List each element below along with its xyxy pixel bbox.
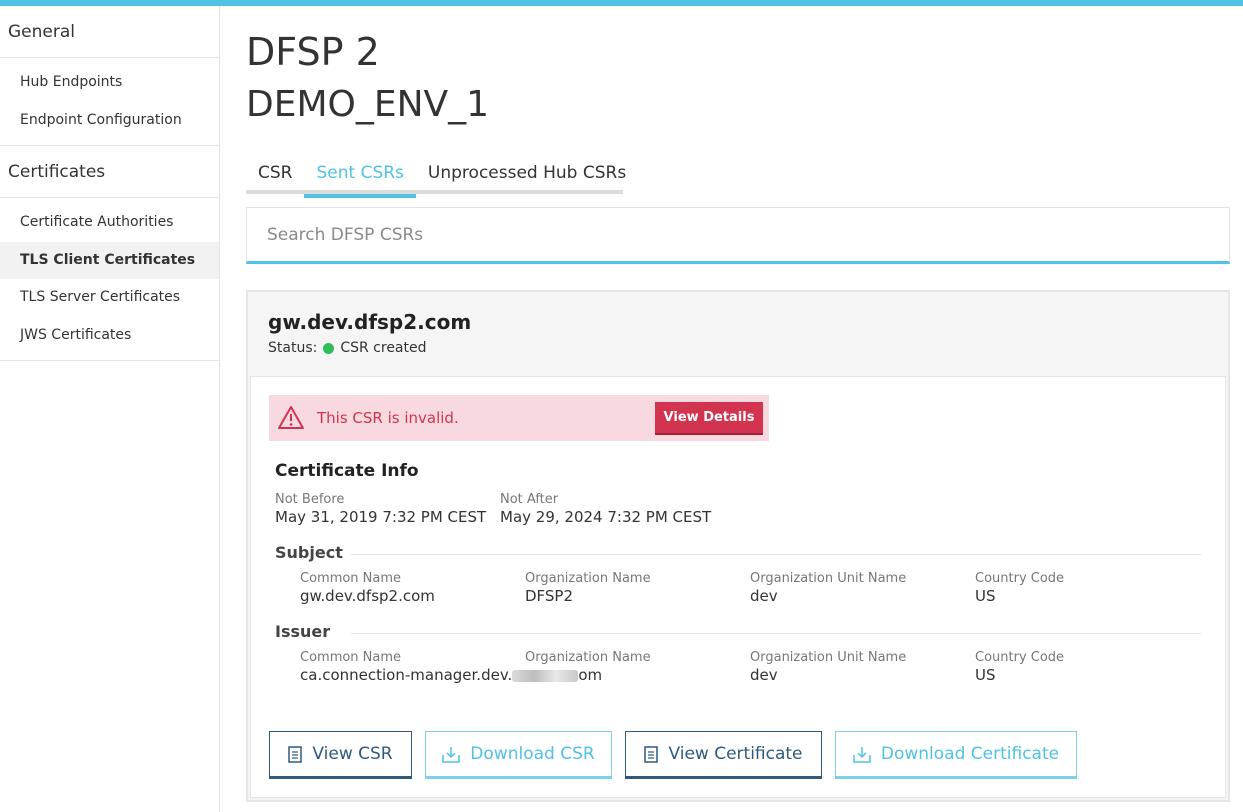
card-header: gw.dev.dfsp2.com Status: CSR created	[248, 292, 1228, 376]
subject-common-name-label: Common Name	[300, 571, 402, 586]
not-after-field: Not After May 29, 2024 7:32 PM CEST	[500, 492, 711, 526]
issuer-country-code-field: Country Code US	[975, 650, 1064, 684]
tab-sent-csrs[interactable]: Sent CSRs	[304, 158, 417, 198]
subject-organization-unit-label: Organization Unit Name	[750, 571, 907, 586]
sidebar-section-certificates: Certificates	[0, 146, 219, 198]
issuer-country-code-value: US	[975, 666, 996, 684]
not-before-field: Not Before May 31, 2019 7:32 PM CEST	[275, 492, 486, 526]
tab-unprocessed-hub-csrs[interactable]: Unprocessed Hub CSRs	[416, 158, 638, 194]
csr-card: gw.dev.dfsp2.com Status: CSR created Thi…	[246, 290, 1230, 802]
view-certificate-button[interactable]: View Certificate	[625, 731, 822, 779]
issuer-common-name-suffix: om	[578, 666, 603, 684]
view-certificate-label: View Certificate	[668, 744, 803, 764]
issuer-common-name-value: ca.connection-manager.dev. om	[300, 666, 602, 684]
subject-organization-unit-field: Organization Unit Name dev	[750, 571, 906, 605]
document-icon	[644, 745, 659, 763]
subject-country-code-label: Country Code	[975, 571, 1065, 586]
status-label: Status:	[268, 340, 318, 356]
redacted-text	[512, 669, 579, 682]
subject-country-code-value: US	[975, 587, 996, 605]
environment-title: DEMO_ENV_1	[246, 84, 490, 125]
download-csr-button[interactable]: Download CSR	[425, 731, 612, 779]
alert-message: This CSR is invalid.	[317, 409, 459, 427]
tab-csr[interactable]: CSR	[246, 158, 304, 194]
not-before-label: Not Before	[275, 492, 345, 507]
subject-divider	[351, 554, 1201, 555]
subject-organization-name-field: Organization Name DFSP2	[525, 571, 651, 605]
sidebar-item-tls-server-certificates[interactable]: TLS Server Certificates	[0, 279, 219, 317]
page-title: DFSP 2	[246, 30, 380, 74]
sidebar-item-hub-endpoints[interactable]: Hub Endpoints	[0, 64, 219, 102]
issuer-organization-unit-value: dev	[750, 666, 778, 684]
subject-common-name-field: Common Name gw.dev.dfsp2.com	[300, 571, 435, 605]
not-before-value: May 31, 2019 7:32 PM CEST	[275, 508, 487, 526]
subject-title: Subject	[275, 543, 343, 562]
sidebar-item-certificate-authorities[interactable]: Certificate Authorities	[0, 204, 219, 242]
sidebar: General Hub Endpoints Endpoint Configura…	[0, 6, 220, 812]
download-certificate-button[interactable]: Download Certificate	[835, 731, 1077, 779]
download-certificate-label: Download Certificate	[880, 744, 1060, 764]
status-row: Status: CSR created	[268, 340, 1228, 356]
issuer-organization-unit-label: Organization Unit Name	[750, 650, 907, 665]
download-csr-label: Download CSR	[470, 744, 595, 764]
download-icon	[853, 746, 871, 763]
subject-organization-name-label: Organization Name	[525, 571, 651, 586]
issuer-organization-name-label: Organization Name	[525, 650, 651, 665]
sidebar-group-general: Hub Endpoints Endpoint Configuration	[0, 58, 219, 146]
card-title: gw.dev.dfsp2.com	[268, 310, 472, 334]
subject-country-code-field: Country Code US	[975, 571, 1064, 605]
status-value: CSR created	[340, 340, 427, 356]
view-details-button[interactable]: View Details	[655, 401, 763, 435]
issuer-organization-unit-field: Organization Unit Name dev	[750, 650, 906, 684]
not-after-value: May 29, 2024 7:32 PM CEST	[500, 508, 712, 526]
sidebar-group-certificates: Certificate Authorities TLS Client Certi…	[0, 198, 219, 361]
tab-bar: CSR Sent CSRs Unprocessed Hub CSRs	[246, 158, 626, 198]
sidebar-item-tls-client-certificates[interactable]: TLS Client Certificates	[0, 241, 219, 279]
status-dot-icon	[323, 342, 335, 354]
subject-organization-unit-value: dev	[750, 587, 778, 605]
document-icon	[288, 745, 303, 763]
issuer-divider	[351, 633, 1201, 634]
sidebar-item-jws-certificates[interactable]: JWS Certificates	[0, 317, 219, 355]
subject-organization-name-value: DFSP2	[525, 587, 574, 605]
issuer-title: Issuer	[275, 622, 331, 641]
search-input[interactable]	[247, 208, 1229, 261]
warning-icon	[278, 406, 304, 429]
view-csr-label: View CSR	[312, 744, 393, 764]
sidebar-item-endpoint-configuration[interactable]: Endpoint Configuration	[0, 102, 219, 140]
subject-common-name-value: gw.dev.dfsp2.com	[300, 587, 435, 605]
download-icon	[442, 746, 461, 763]
issuer-country-code-label: Country Code	[975, 650, 1065, 665]
search-box	[246, 207, 1230, 264]
issuer-organization-name-field: Organization Name	[525, 650, 651, 666]
card-body: This CSR is invalid. View Details Certif…	[250, 376, 1226, 798]
sidebar-section-general: General	[0, 6, 219, 58]
not-after-label: Not After	[500, 492, 559, 507]
certificate-info-title: Certificate Info	[275, 461, 419, 481]
invalid-csr-alert: This CSR is invalid. View Details	[269, 395, 769, 441]
view-csr-button[interactable]: View CSR	[269, 731, 412, 779]
issuer-common-name-prefix: ca.connection-manager.dev.	[300, 666, 513, 684]
